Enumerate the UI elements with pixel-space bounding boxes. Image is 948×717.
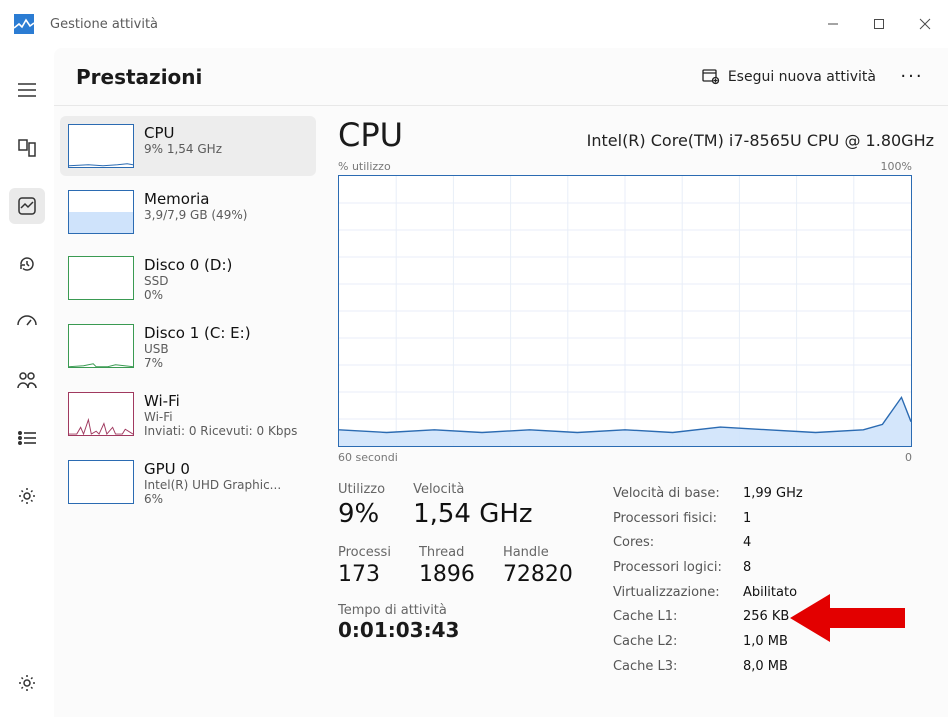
proc-label: Processi (338, 545, 391, 560)
list-disk0-title: Disco 0 (D:) (144, 256, 232, 274)
nav-performance-icon[interactable] (9, 188, 45, 224)
minimize-button[interactable] (810, 8, 856, 40)
list-item-cpu[interactable]: CPU9% 1,54 GHz (60, 116, 316, 176)
nav-startup-icon[interactable] (9, 304, 45, 340)
list-disk0-sub1: SSD (144, 274, 232, 288)
uptime-value: 0:01:03:43 (338, 618, 573, 642)
util-label: Utilizzo (338, 482, 385, 497)
list-disk1-sub1: USB (144, 342, 251, 356)
chart-xright: 0 (905, 451, 912, 464)
cores-k: Cores: (613, 531, 743, 556)
l2-v: 1,0 MB (743, 630, 788, 655)
nav-processes-icon[interactable] (9, 130, 45, 166)
cpu-chart[interactable] (338, 175, 912, 447)
content-panel: Prestazioni Esegui nuova attività ··· CP… (54, 48, 948, 717)
util-value: 9% (338, 499, 385, 529)
disk0-thumb (68, 256, 134, 300)
logical-v: 8 (743, 556, 751, 581)
list-cpu-sub: 9% 1,54 GHz (144, 142, 222, 156)
list-gpu-sub2: 6% (144, 492, 281, 506)
memory-thumb (68, 190, 134, 234)
main-area: CPU9% 1,54 GHz Memoria3,9/7,9 GB (49%) D… (54, 106, 948, 717)
hamburger-icon[interactable] (9, 72, 45, 108)
nav-history-icon[interactable] (9, 246, 45, 282)
sockets-v: 1 (743, 507, 751, 532)
list-mem-title: Memoria (144, 190, 247, 208)
app-icon (12, 12, 36, 36)
disk1-thumb (68, 324, 134, 368)
list-item-gpu[interactable]: GPU 0Intel(R) UHD Graphic...6% (60, 452, 316, 514)
l1-v: 256 KB (743, 605, 789, 630)
chart-ylabel: % utilizzo (338, 160, 391, 173)
list-item-memory[interactable]: Memoria3,9/7,9 GB (49%) (60, 182, 316, 242)
list-item-wifi[interactable]: Wi-FiWi-FiInviati: 0 Ricevuti: 0 Kbps (60, 384, 316, 446)
handle-label: Handle (503, 545, 573, 560)
maximize-button[interactable] (856, 8, 902, 40)
list-disk1-sub2: 7% (144, 356, 251, 370)
list-item-disk1[interactable]: Disco 1 (C: E:)USB7% (60, 316, 316, 378)
logical-k: Processori logici: (613, 556, 743, 581)
new-task-button[interactable]: Esegui nuova attività (692, 63, 886, 91)
base-speed-v: 1,99 GHz (743, 482, 803, 507)
titlebar: Gestione attività (0, 0, 948, 48)
handle-value: 72820 (503, 562, 573, 587)
wifi-thumb (68, 392, 134, 436)
list-wifi-sub2: Inviati: 0 Ricevuti: 0 Kbps (144, 424, 297, 438)
virt-k: Virtualizzazione: (613, 581, 743, 606)
l1-k: Cache L1: (613, 605, 743, 630)
detail-title: CPU (338, 116, 403, 154)
thread-label: Thread (419, 545, 475, 560)
close-button[interactable] (902, 8, 948, 40)
detail-panel: CPU Intel(R) Core(TM) i7-8565U CPU @ 1.8… (322, 106, 948, 717)
nav-services-icon[interactable] (9, 478, 45, 514)
spec-table: Velocità di base:1,99 GHz Processori fis… (613, 482, 803, 680)
more-button[interactable]: ··· (898, 66, 926, 87)
cpu-model: Intel(R) Core(TM) i7-8565U CPU @ 1.80GHz (587, 131, 934, 150)
list-wifi-sub1: Wi-Fi (144, 410, 297, 424)
chart-ymax: 100% (881, 160, 912, 173)
header: Prestazioni Esegui nuova attività ··· (54, 48, 948, 106)
uptime-label: Tempo di attività (338, 603, 573, 618)
list-gpu-title: GPU 0 (144, 460, 281, 478)
cpu-thumb (68, 124, 134, 168)
app-title: Gestione attività (50, 17, 810, 32)
window-controls (810, 8, 948, 40)
l3-v: 8,0 MB (743, 655, 788, 680)
new-task-icon (702, 69, 720, 85)
nav-settings-icon[interactable] (9, 665, 45, 701)
sockets-k: Processori fisici: (613, 507, 743, 532)
proc-value: 173 (338, 562, 391, 587)
list-mem-sub: 3,9/7,9 GB (49%) (144, 208, 247, 222)
l3-k: Cache L3: (613, 655, 743, 680)
cores-v: 4 (743, 531, 751, 556)
speed-value: 1,54 GHz (413, 499, 533, 529)
nav-rail (0, 48, 54, 717)
page-title: Prestazioni (76, 65, 680, 89)
base-speed-k: Velocità di base: (613, 482, 743, 507)
resource-list: CPU9% 1,54 GHz Memoria3,9/7,9 GB (49%) D… (54, 106, 322, 717)
speed-label: Velocità (413, 482, 533, 497)
list-disk0-sub2: 0% (144, 288, 232, 302)
nav-users-icon[interactable] (9, 362, 45, 398)
chart-xleft: 60 secondi (338, 451, 398, 464)
list-wifi-title: Wi-Fi (144, 392, 297, 410)
list-disk1-title: Disco 1 (C: E:) (144, 324, 251, 342)
nav-details-icon[interactable] (9, 420, 45, 456)
thread-value: 1896 (419, 562, 475, 587)
virt-v: Abilitato (743, 581, 797, 606)
list-item-disk0[interactable]: Disco 0 (D:)SSD0% (60, 248, 316, 310)
list-gpu-sub1: Intel(R) UHD Graphic... (144, 478, 281, 492)
list-cpu-title: CPU (144, 124, 222, 142)
gpu-thumb (68, 460, 134, 504)
l2-k: Cache L2: (613, 630, 743, 655)
new-task-label: Esegui nuova attività (728, 69, 876, 85)
